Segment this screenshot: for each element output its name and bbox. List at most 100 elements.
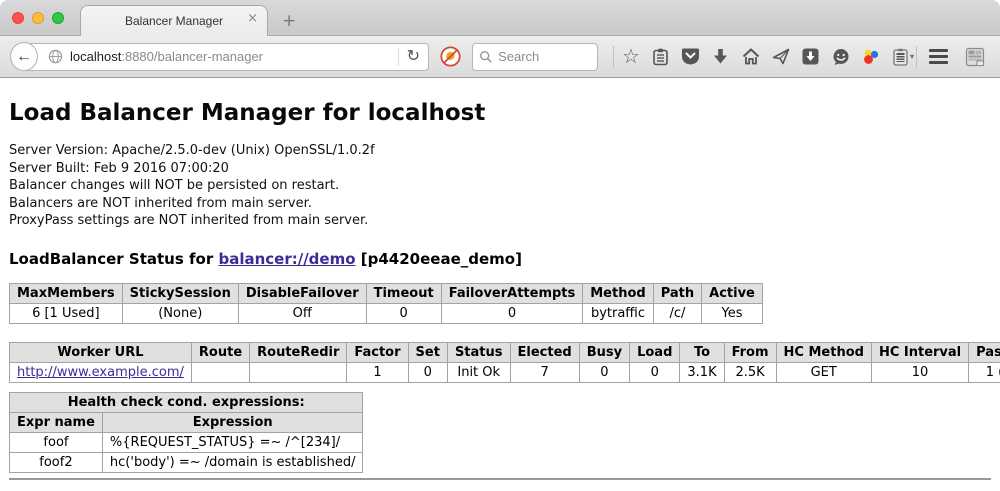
col-busy: Busy bbox=[579, 342, 629, 362]
set-value: 0 bbox=[408, 362, 447, 382]
balancer-status-heading: LoadBalancer Status for balancer://demo … bbox=[9, 250, 991, 268]
status-suffix: [p4420eeae_demo] bbox=[356, 250, 522, 268]
window-controls bbox=[12, 12, 64, 24]
col-status: Status bbox=[447, 342, 510, 362]
col-expr-name: Expr name bbox=[10, 412, 103, 432]
proxypass-note-line: ProxyPass settings are NOT inherited fro… bbox=[9, 212, 991, 230]
colored-dots-addon-icon[interactable] bbox=[856, 48, 886, 66]
active-value: Yes bbox=[702, 303, 763, 323]
path-value: /c/ bbox=[653, 303, 701, 323]
passes-value: 1 (0) bbox=[969, 362, 1000, 382]
col-maxmembers: MaxMembers bbox=[10, 283, 123, 303]
screenshot-addon-icon[interactable] bbox=[960, 47, 990, 67]
routeredir-value bbox=[250, 362, 347, 382]
expr-name-value: foof2 bbox=[10, 452, 103, 472]
table-title-row: Health check cond. expressions: bbox=[10, 392, 363, 412]
tab-balancer-manager[interactable]: Balancer Manager × bbox=[80, 5, 268, 36]
server-built-line: Server Built: Feb 9 2016 07:00:20 bbox=[9, 160, 991, 178]
col-failoverattempts: FailoverAttempts bbox=[441, 283, 583, 303]
col-passes: Passes bbox=[969, 342, 1000, 362]
reload-icon[interactable]: ↻ bbox=[407, 49, 420, 65]
failoverattempts-value: 0 bbox=[441, 303, 583, 323]
addon-download-helper-icon[interactable] bbox=[796, 48, 826, 65]
hc-method-value: GET bbox=[776, 362, 871, 382]
route-value bbox=[191, 362, 249, 382]
col-factor: Factor bbox=[347, 342, 408, 362]
col-from: From bbox=[724, 342, 776, 362]
close-tab-icon[interactable]: × bbox=[247, 12, 258, 25]
worker-url-cell: http://www.example.com/ bbox=[10, 362, 192, 382]
toolbar-icons: ☆ bbox=[611, 46, 914, 68]
health-table-title: Health check cond. expressions: bbox=[10, 392, 363, 412]
url-path-text: :8880/balancer-manager bbox=[121, 49, 263, 64]
factor-value: 1 bbox=[347, 362, 408, 382]
hc-interval-value: 10 bbox=[871, 362, 968, 382]
url-domain-text: localhost bbox=[70, 49, 121, 64]
col-timeout: Timeout bbox=[366, 283, 441, 303]
menu-icon[interactable] bbox=[929, 49, 948, 64]
pocket-icon[interactable] bbox=[676, 48, 706, 65]
col-hc-method: HC Method bbox=[776, 342, 871, 362]
balancer-settings-table: MaxMembers StickySession DisableFailover… bbox=[9, 283, 763, 324]
new-tab-button[interactable]: + bbox=[282, 13, 296, 30]
table-row: foof2 hc('body') =~ /domain is establish… bbox=[10, 452, 363, 472]
table-row: 6 [1 Used] (None) Off 0 0 bytraffic /c/ … bbox=[10, 303, 763, 323]
col-route: Route bbox=[191, 342, 249, 362]
to-value: 3.1K bbox=[680, 362, 724, 382]
inherit-note-line: Balancers are NOT inherited from main se… bbox=[9, 195, 991, 213]
close-window-button[interactable] bbox=[12, 12, 24, 24]
method-value: bytraffic bbox=[583, 303, 653, 323]
search-bar[interactable] bbox=[472, 43, 598, 71]
col-worker-url: Worker URL bbox=[10, 342, 192, 362]
zoom-window-button[interactable] bbox=[52, 12, 64, 24]
expression-value: %{REQUEST_STATUS} =~ /^[234]/ bbox=[102, 432, 363, 452]
bookmark-star-icon[interactable]: ☆ bbox=[616, 47, 646, 67]
back-button[interactable]: ← bbox=[10, 42, 38, 71]
col-active: Active bbox=[702, 283, 763, 303]
status-value: Init Ok bbox=[447, 362, 510, 382]
col-set: Set bbox=[408, 342, 447, 362]
tab-bar: Balancer Manager × + bbox=[0, 0, 1000, 36]
col-routeredir: RouteRedir bbox=[250, 342, 347, 362]
col-hc-interval: HC Interval bbox=[871, 342, 968, 362]
worker-table: Worker URL Route RouteRedir Factor Set S… bbox=[9, 342, 1000, 383]
elected-value: 7 bbox=[510, 362, 579, 382]
send-page-icon[interactable] bbox=[766, 48, 796, 65]
timeout-value: 0 bbox=[366, 303, 441, 323]
flashblock-icon[interactable] bbox=[440, 46, 461, 67]
minimize-window-button[interactable] bbox=[32, 12, 44, 24]
stickysession-value: (None) bbox=[122, 303, 238, 323]
balancer-demo-link[interactable]: balancer://demo bbox=[218, 250, 355, 268]
table-header-row: Expr name Expression bbox=[10, 412, 363, 432]
home-icon[interactable] bbox=[736, 48, 766, 65]
expression-value: hc('body') =~ /domain is established/ bbox=[102, 452, 363, 472]
back-arrow-icon: ← bbox=[16, 49, 32, 65]
reading-list-icon[interactable] bbox=[646, 48, 676, 66]
busy-value: 0 bbox=[579, 362, 629, 382]
navigation-toolbar: ← localhost:8880/balancer-manager ↻ bbox=[0, 36, 1000, 78]
col-expression: Expression bbox=[102, 412, 363, 432]
table-header-row: MaxMembers StickySession DisableFailover… bbox=[10, 283, 763, 303]
browser-chrome: Balancer Manager × + ← localhost:8880/ba… bbox=[0, 0, 1000, 78]
page-title: Load Balancer Manager for localhost bbox=[9, 100, 991, 126]
chat-smiley-addon-icon[interactable] bbox=[826, 48, 856, 66]
from-value: 2.5K bbox=[724, 362, 776, 382]
search-input[interactable] bbox=[498, 49, 588, 64]
col-method: Method bbox=[583, 283, 653, 303]
url-bar[interactable]: localhost:8880/balancer-manager ↻ bbox=[23, 43, 429, 71]
disablefailover-value: Off bbox=[238, 303, 366, 323]
load-value: 0 bbox=[630, 362, 680, 382]
downloads-icon[interactable] bbox=[706, 48, 736, 65]
table-header-row: Worker URL Route RouteRedir Factor Set S… bbox=[10, 342, 1000, 362]
col-path: Path bbox=[653, 283, 701, 303]
search-icon bbox=[479, 50, 493, 64]
page-content: Load Balancer Manager for localhost Serv… bbox=[0, 100, 1000, 480]
maxmembers-value: 6 [1 Used] bbox=[10, 303, 123, 323]
status-prefix: LoadBalancer Status for bbox=[9, 250, 218, 268]
table-row: http://www.example.com/ 1 0 Init Ok 7 0 … bbox=[10, 362, 1000, 382]
globe-icon bbox=[48, 49, 63, 64]
footer-divider bbox=[9, 478, 991, 480]
health-check-table: Health check cond. expressions: Expr nam… bbox=[9, 392, 363, 473]
col-elected: Elected bbox=[510, 342, 579, 362]
worker-url-link[interactable]: http://www.example.com/ bbox=[17, 365, 184, 380]
